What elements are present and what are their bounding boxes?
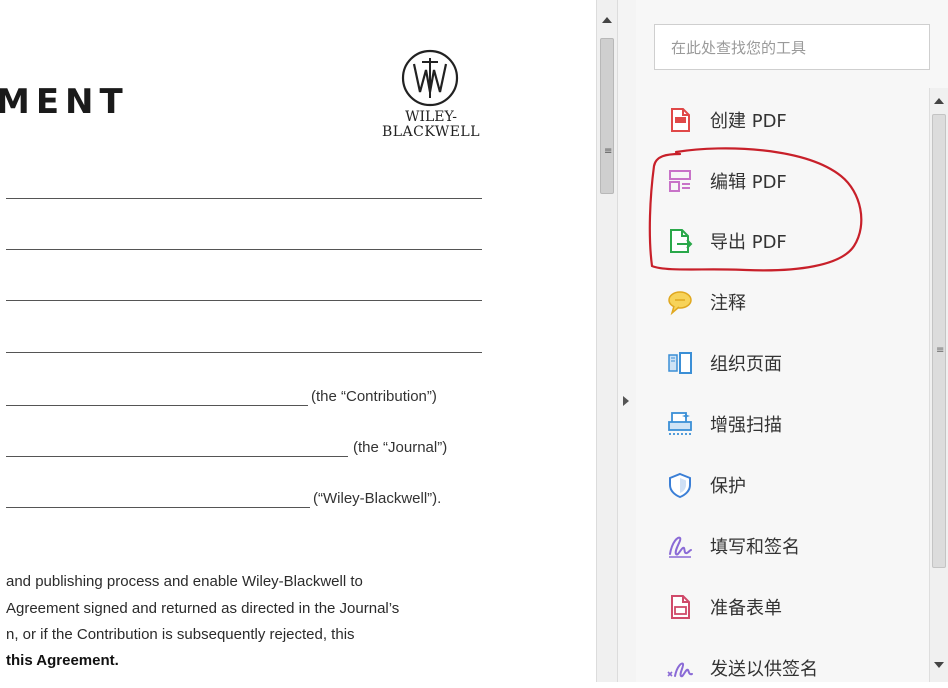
tool-label: 导出 PDF — [710, 232, 787, 253]
create-pdf-icon — [671, 108, 690, 132]
send-for-signature-icon — [667, 662, 693, 678]
document-page: MENT WILEY- BLACKWELL (the “Contribution… — [0, 0, 596, 682]
contribution-label: (the “Contribution”) — [311, 388, 437, 405]
blank-field-line — [6, 300, 482, 301]
tools-pane: 在此处查找您的工具 创建 PDF 编辑 PDF 导出 PDF 注释 组织页面 增… — [636, 0, 948, 682]
tool-label: 增强扫描 — [710, 415, 782, 436]
grip-icon: ≡ — [604, 146, 613, 157]
tool-prepare-form[interactable]: 准备表单 — [666, 587, 906, 627]
enhance-scan-icon — [668, 412, 692, 435]
blank-field-line — [6, 198, 482, 199]
paragraph-bold-line: this Agreement. — [6, 652, 119, 669]
tool-comment[interactable]: 注释 — [666, 282, 906, 322]
scroll-down-arrow-icon[interactable] — [934, 662, 944, 668]
tool-label: 准备表单 — [710, 598, 782, 619]
export-pdf-icon — [670, 229, 693, 253]
tools-pane-scroll-thumb[interactable]: ≡ — [932, 114, 946, 568]
tool-label: 注释 — [710, 293, 746, 314]
tool-search-input[interactable]: 在此处查找您的工具 — [654, 24, 930, 70]
tool-label: 保护 — [710, 476, 746, 497]
pane-splitter[interactable] — [618, 0, 636, 682]
paragraph-line: Agreement signed and returned as directe… — [6, 600, 400, 617]
document-scrollbar[interactable]: ≡ — [596, 0, 618, 682]
tool-label: 填写和签名 — [710, 537, 800, 558]
comment-icon — [668, 291, 692, 316]
fill-sign-icon — [669, 536, 692, 558]
blank-field-line — [6, 249, 482, 250]
tool-organize-pages[interactable]: 组织页面 — [666, 343, 906, 383]
paragraph-line: and publishing process and enable Wiley-… — [6, 573, 363, 590]
tool-label: 组织页面 — [710, 354, 782, 375]
organize-pages-icon — [668, 352, 692, 374]
tools-pane-scrollbar[interactable]: ≡ — [929, 88, 948, 682]
scroll-up-arrow-icon[interactable] — [602, 17, 612, 23]
tool-label: 编辑 PDF — [710, 172, 787, 193]
edit-pdf-icon — [669, 170, 691, 192]
contribution-field-line — [6, 405, 308, 406]
logo-text-line2: BLACKWELL — [381, 124, 481, 140]
logo-seal-icon — [401, 49, 459, 107]
document-title: MENT — [0, 82, 129, 122]
scroll-up-arrow-icon[interactable] — [934, 98, 944, 104]
tool-label: 创建 PDF — [710, 111, 787, 132]
tool-enhance-scans[interactable]: 增强扫描 — [666, 404, 906, 444]
journal-field-line — [6, 456, 348, 457]
protect-icon — [669, 472, 691, 499]
publisher-label: (“Wiley-Blackwell”). — [313, 490, 442, 507]
document-scroll-thumb[interactable]: ≡ — [600, 38, 614, 194]
tool-edit-pdf[interactable]: 编辑 PDF — [666, 161, 906, 201]
prepare-form-icon — [671, 595, 690, 619]
tool-send-for-signature[interactable]: 发送以供签名 — [666, 648, 906, 688]
tool-label: 发送以供签名 — [710, 659, 818, 680]
blank-field-line — [6, 352, 482, 353]
paragraph-line: n, or if the Contribution is subsequentl… — [6, 626, 355, 643]
tool-protect[interactable]: 保护 — [666, 465, 906, 505]
tool-fill-and-sign[interactable]: 填写和签名 — [666, 526, 906, 566]
grip-icon: ≡ — [936, 345, 945, 356]
collapse-pane-arrow-icon[interactable] — [623, 396, 629, 406]
logo-text-line1: WILEY- — [405, 109, 457, 125]
publisher-field-line — [6, 507, 310, 508]
journal-label: (the “Journal”) — [353, 439, 448, 456]
tool-create-pdf[interactable]: 创建 PDF — [666, 100, 906, 140]
wiley-blackwell-logo: WILEY- BLACKWELL — [380, 48, 482, 152]
tool-export-pdf[interactable]: 导出 PDF — [666, 221, 906, 261]
